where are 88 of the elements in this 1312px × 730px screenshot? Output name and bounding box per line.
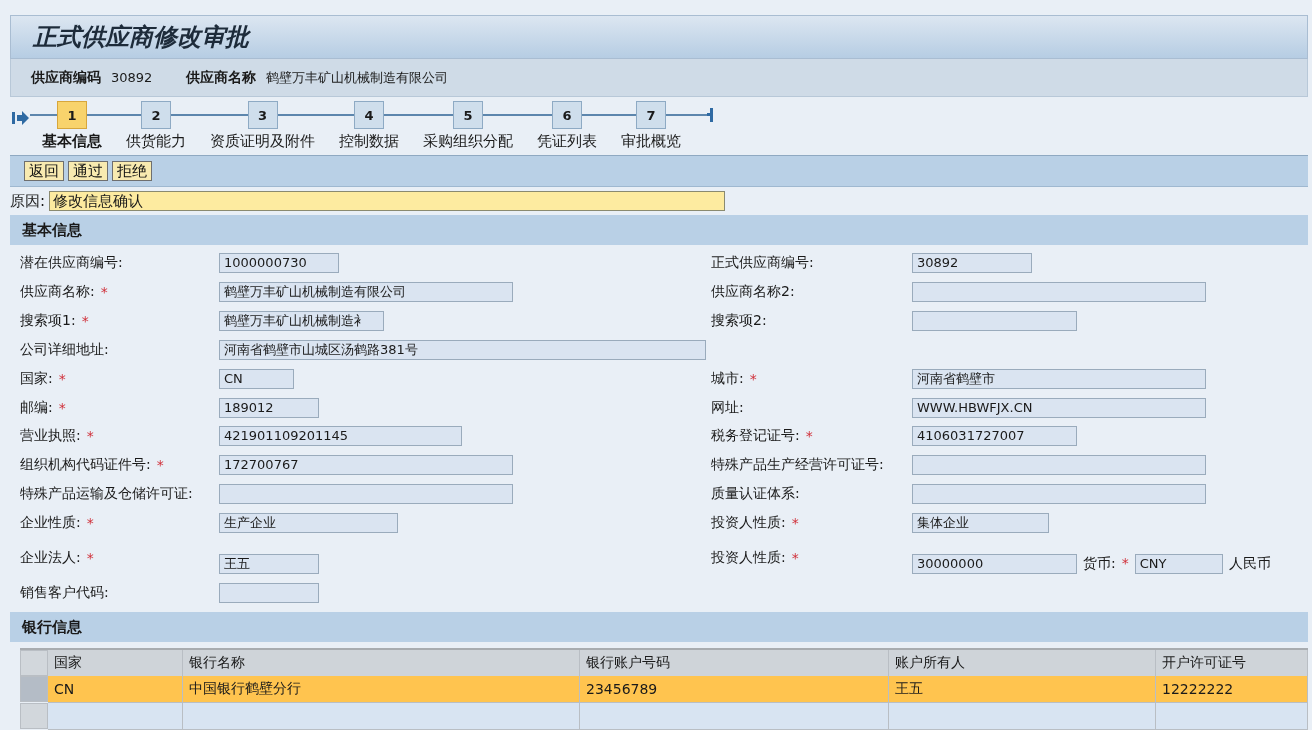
toolbar-button[interactable]: 返回: [24, 161, 64, 181]
field-label: 投资人性质: *: [711, 513, 800, 534]
text-field[interactable]: CN: [219, 368, 294, 389]
field-label: 投资人性质: *: [711, 548, 800, 567]
page-title: 正式供应商修改审批: [33, 22, 249, 53]
column-header: 银行名称: [183, 650, 580, 676]
field-label: 供应商名称: *: [20, 281, 109, 302]
step-number[interactable]: 6: [552, 101, 582, 129]
text-field[interactable]: WWW.HBWFJX.CN: [912, 397, 1206, 418]
field-label: 搜索项2:: [711, 310, 768, 330]
field-label: 特殊产品运输及仓储许可证:: [20, 484, 194, 504]
step-label[interactable]: 凭证列表: [525, 130, 609, 151]
row-selector[interactable]: [20, 676, 48, 702]
table-cell: 王五: [889, 676, 1156, 703]
step-number[interactable]: 3: [247, 101, 278, 129]
text-field[interactable]: [912, 310, 1077, 331]
text-field[interactable]: 189012: [219, 397, 319, 418]
field-label: 组织机构代码证件号: *: [20, 455, 165, 476]
reason-label: 原因:: [10, 191, 46, 211]
step-label[interactable]: 资质证明及附件: [198, 130, 327, 151]
toolbar-button[interactable]: 拒绝: [112, 161, 152, 181]
field-label: 企业性质: *: [20, 513, 95, 534]
currency-name: 人民币: [1228, 555, 1271, 574]
text-field[interactable]: 河南省鹤壁市: [912, 368, 1206, 389]
column-header: 银行账户号码: [580, 650, 889, 676]
table-cell: CN: [48, 676, 183, 703]
field-label: 网址:: [711, 397, 745, 417]
text-field[interactable]: 鹤壁万丰矿山机械制造衤: [219, 310, 384, 331]
step-number[interactable]: 1: [57, 101, 87, 129]
column-header: 账户所有人: [889, 650, 1156, 676]
text-field[interactable]: [912, 484, 1206, 505]
table-cell: 中国银行鹤壁分行: [183, 676, 580, 703]
text-field[interactable]: CNY: [1134, 554, 1223, 575]
column-header: 开户许可证号: [1156, 650, 1308, 676]
text-field[interactable]: [219, 484, 513, 505]
text-field[interactable]: 王五: [219, 554, 319, 575]
text-field[interactable]: 鹤壁万丰矿山机械制造有限公司: [219, 281, 513, 302]
text-field[interactable]: 421901109201145: [219, 426, 462, 447]
field-label: 货币: *: [1083, 555, 1129, 574]
toolbar-button[interactable]: 通过: [68, 161, 108, 181]
step-label[interactable]: 审批概览: [609, 130, 693, 151]
header-selector-cell: [20, 650, 48, 676]
field-label: 供应商名称2:: [711, 281, 796, 301]
info-label: 供应商编码: [31, 68, 101, 87]
text-field[interactable]: 河南省鹤壁市山城区汤鹤路381号: [219, 339, 706, 360]
table-cell: 23456789: [580, 676, 889, 703]
step-label[interactable]: 供货能力: [114, 130, 198, 151]
step-label[interactable]: 基本信息: [30, 130, 114, 151]
text-field[interactable]: 生产企业: [219, 513, 398, 534]
text-field[interactable]: 30892: [912, 253, 1032, 273]
column-header: 国家: [48, 650, 183, 676]
section-header: 银行信息: [10, 612, 1308, 642]
field-label: 质量认证体系:: [711, 484, 801, 504]
row-selector[interactable]: [20, 703, 48, 729]
field-label: 潜在供应商编号:: [20, 253, 124, 272]
info-label: 供应商名称: [186, 68, 257, 87]
end-marker-icon: [707, 108, 713, 122]
field-label: 税务登记证号: *: [711, 426, 814, 447]
text-field[interactable]: 172700767: [219, 455, 513, 476]
field-label: 搜索项1: *: [20, 310, 90, 331]
text-field[interactable]: [912, 281, 1206, 302]
field-label: 特殊产品生产经营许可证号:: [711, 455, 885, 475]
field-label: 营业执照: *: [20, 426, 95, 447]
text-field[interactable]: 1000000730: [219, 253, 339, 273]
section-header: 基本信息: [10, 215, 1308, 245]
table-cell: 12222222: [1156, 676, 1308, 703]
field-label: 城市: *: [711, 368, 758, 389]
text-field[interactable]: 集体企业: [912, 513, 1049, 534]
step-label[interactable]: 控制数据: [327, 130, 411, 151]
field-label: 国家: *: [20, 368, 67, 389]
step-number[interactable]: 5: [453, 101, 483, 129]
step-number[interactable]: 2: [141, 101, 171, 129]
start-arrow-icon: [12, 110, 30, 126]
reason-field[interactable]: 修改信息确认: [49, 191, 726, 211]
text-field[interactable]: [912, 455, 1206, 476]
field-label: 公司详细地址:: [20, 339, 110, 359]
info-value: 30892: [111, 69, 153, 85]
info-value: 鹤壁万丰矿山机械制造有限公司: [266, 68, 449, 87]
field-label: 邮编: *: [20, 397, 67, 418]
field-label: 正式供应商编号:: [711, 253, 815, 272]
text-field[interactable]: 30000000: [912, 554, 1077, 575]
text-field[interactable]: [219, 583, 319, 604]
step-number[interactable]: 7: [636, 101, 666, 129]
step-label[interactable]: 采购组织分配: [411, 130, 525, 151]
text-field[interactable]: 4106031727007: [912, 426, 1077, 447]
field-label: 销售客户代码:: [20, 583, 110, 603]
step-number[interactable]: 4: [354, 101, 384, 129]
field-label: 企业法人: *: [20, 548, 95, 567]
